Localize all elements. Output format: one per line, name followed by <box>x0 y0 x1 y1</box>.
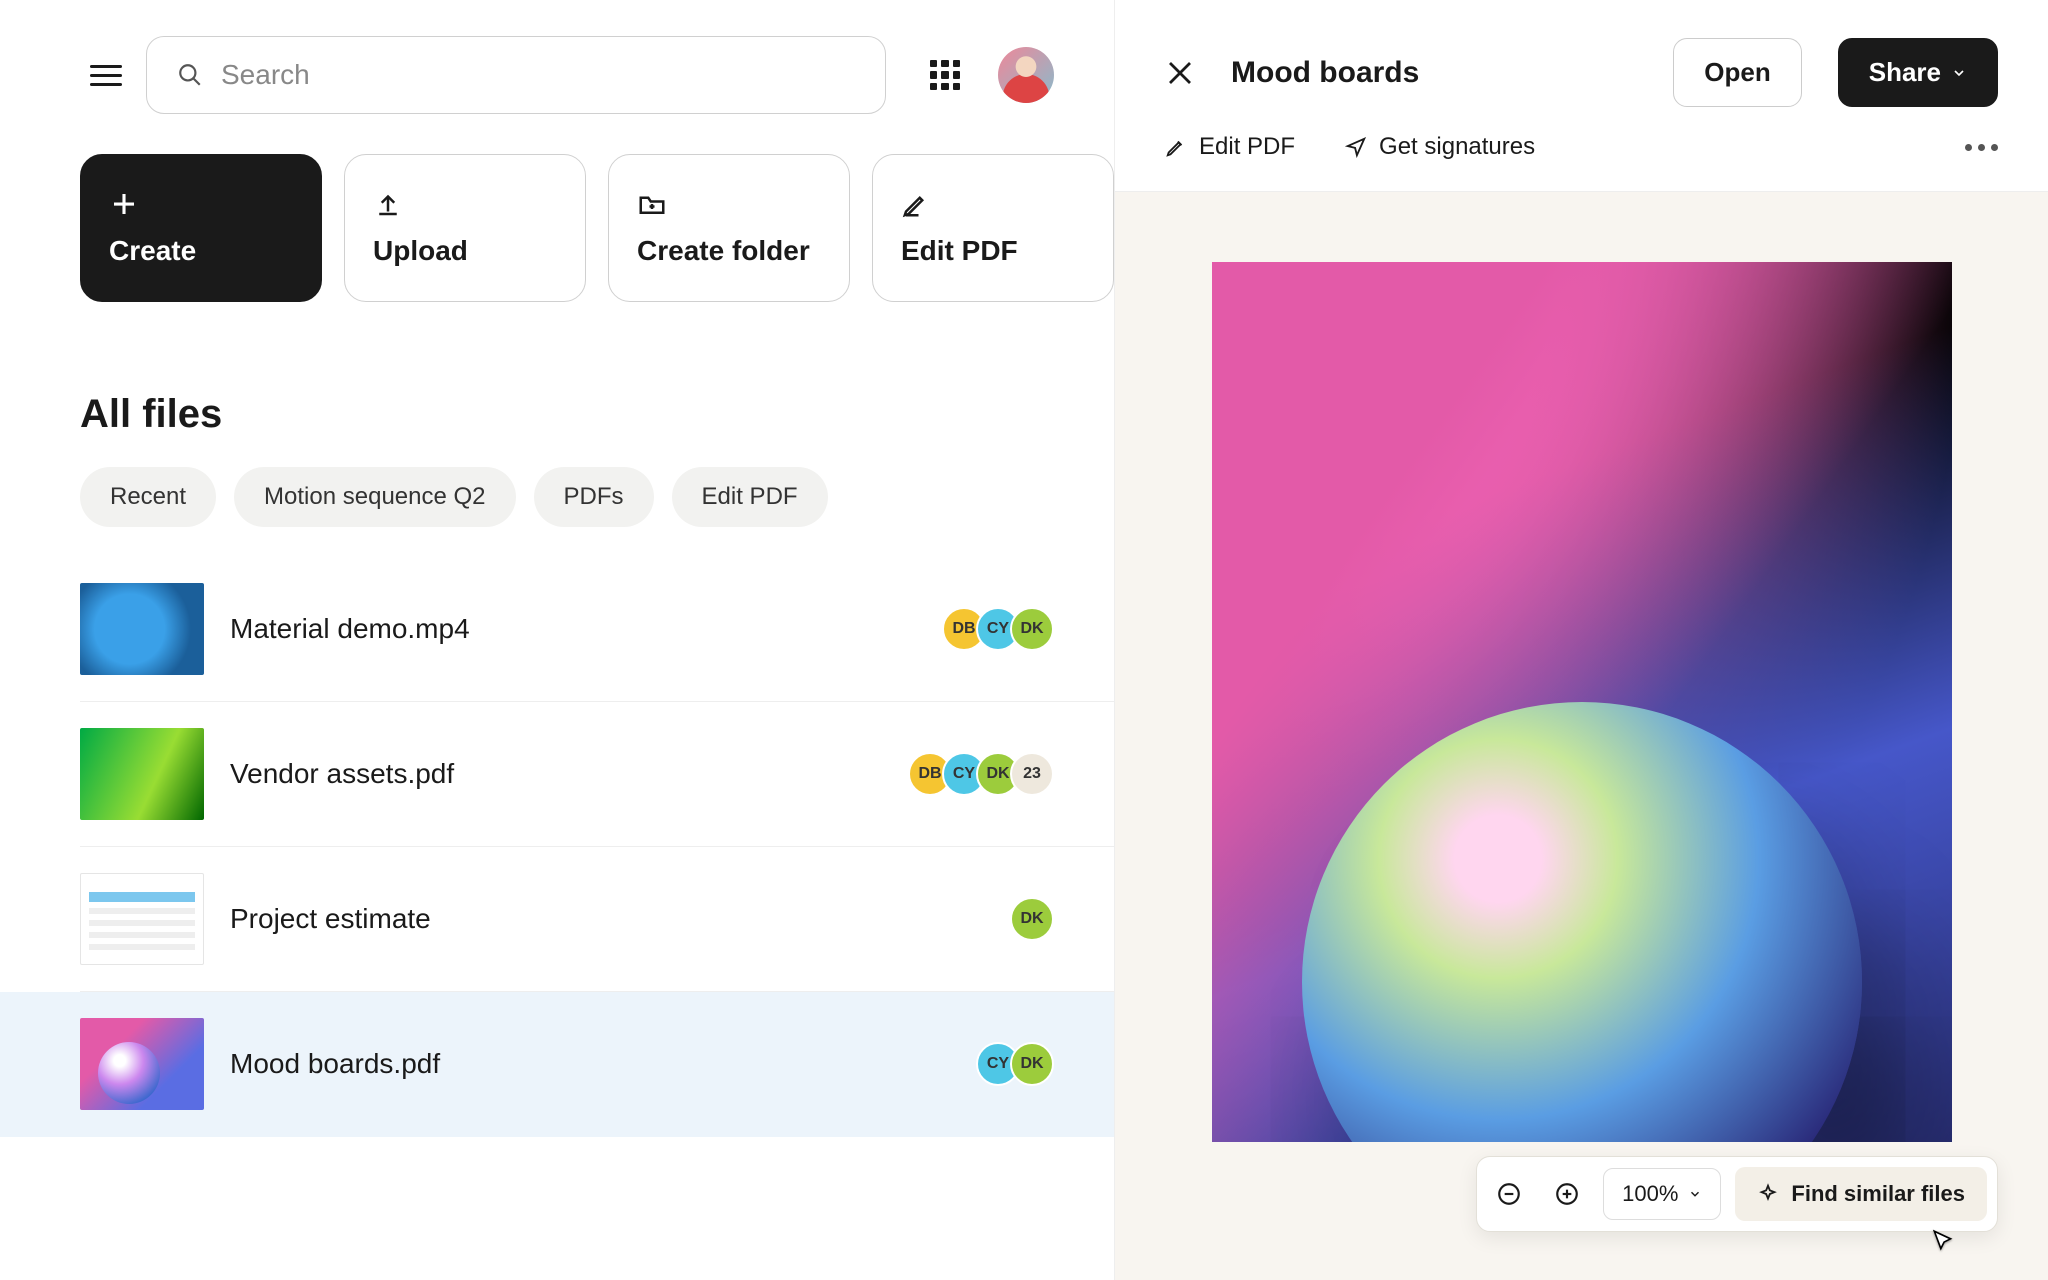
edit-pdf-link[interactable]: Edit PDF <box>1165 133 1295 161</box>
preview-pane: Mood boards Open Share Edit PDF Get sign… <box>1115 0 2048 1280</box>
file-name: Material demo.mp4 <box>230 613 916 645</box>
open-button[interactable]: Open <box>1673 38 1801 107</box>
topbar <box>0 36 1114 114</box>
more-icon[interactable] <box>1965 144 1998 151</box>
share-badge[interactable]: DK <box>1010 1042 1054 1086</box>
search-input[interactable] <box>146 36 886 114</box>
preview-floating-bar: 100% Find similar files <box>1476 1156 1998 1232</box>
file-row[interactable]: Vendor assets.pdf DBCYDK23 <box>80 702 1114 847</box>
sparkle-icon <box>1757 1183 1779 1205</box>
chevron-down-icon <box>1688 1187 1702 1201</box>
avatar[interactable] <box>998 47 1054 103</box>
file-row[interactable]: Project estimate DK <box>80 847 1114 992</box>
zoom-in-icon <box>1554 1181 1580 1207</box>
share-badge[interactable]: 23 <box>1010 752 1054 796</box>
menu-icon[interactable] <box>90 59 122 91</box>
file-list: Material demo.mp4 DBCYDK Vendor assets.pdf… <box>0 557 1114 1137</box>
close-icon[interactable] <box>1165 58 1195 88</box>
search-field[interactable] <box>221 59 855 91</box>
chip-edit-pdf[interactable]: Edit PDF <box>672 467 828 527</box>
pencil-icon <box>1165 136 1187 158</box>
zoom-out-icon <box>1496 1181 1522 1207</box>
share-badge[interactable]: DK <box>1010 897 1054 941</box>
preview-body: 100% Find similar files <box>1115 192 2048 1280</box>
plus-icon <box>109 189 139 219</box>
apps-grid-icon[interactable] <box>930 60 960 90</box>
preview-title: Mood boards <box>1231 56 1637 90</box>
get-signatures-link[interactable]: Get signatures <box>1345 133 1535 161</box>
shared-badges: DK <box>1010 897 1054 941</box>
file-thumbnail <box>80 583 204 675</box>
file-name: Vendor assets.pdf <box>230 758 882 790</box>
folder-plus-icon <box>637 189 667 219</box>
preview-image <box>1212 262 1952 1142</box>
zoom-level[interactable]: 100% <box>1603 1168 1721 1220</box>
file-row[interactable]: Mood boards.pdf CYDK <box>0 992 1114 1137</box>
zoom-out-button[interactable] <box>1487 1172 1531 1216</box>
preview-header: Mood boards Open Share <box>1115 0 2048 133</box>
file-browser-pane: CreateUploadCreate folderEdit PDF All fi… <box>0 0 1115 1280</box>
file-thumbnail <box>80 728 204 820</box>
file-thumbnail <box>80 873 204 965</box>
upload-icon <box>373 189 403 219</box>
file-row[interactable]: Material demo.mp4 DBCYDK <box>80 557 1114 702</box>
quick-actions: CreateUploadCreate folderEdit PDF <box>0 114 1114 302</box>
search-icon <box>177 62 203 88</box>
chevron-down-icon <box>1951 65 1967 81</box>
share-button[interactable]: Share <box>1838 38 1998 107</box>
chip-motion-sequence-q2[interactable]: Motion sequence Q2 <box>234 467 515 527</box>
filter-chips: Recent Motion sequence Q2 PDFs Edit PDF <box>0 467 1114 557</box>
chip-recent[interactable]: Recent <box>80 467 216 527</box>
find-similar-button[interactable]: Find similar files <box>1735 1167 1987 1221</box>
file-name: Mood boards.pdf <box>230 1048 950 1080</box>
create-folder-button[interactable]: Create folder <box>608 154 850 302</box>
section-title: All files <box>0 302 1114 467</box>
shared-badges: DBCYDK <box>942 607 1054 651</box>
upload-button[interactable]: Upload <box>344 154 586 302</box>
preview-toolbar: Edit PDF Get signatures <box>1115 133 2048 192</box>
file-name: Project estimate <box>230 903 984 935</box>
shared-badges: CYDK <box>976 1042 1054 1086</box>
pencil-icon <box>901 189 931 219</box>
share-badge[interactable]: DK <box>1010 607 1054 651</box>
file-thumbnail <box>80 1018 204 1110</box>
cursor-icon <box>1930 1228 1956 1254</box>
send-icon <box>1345 136 1367 158</box>
shared-badges: DBCYDK23 <box>908 752 1054 796</box>
edit-pdf-button[interactable]: Edit PDF <box>872 154 1114 302</box>
chip-pdfs[interactable]: PDFs <box>534 467 654 527</box>
zoom-in-button[interactable] <box>1545 1172 1589 1216</box>
create-button[interactable]: Create <box>80 154 322 302</box>
